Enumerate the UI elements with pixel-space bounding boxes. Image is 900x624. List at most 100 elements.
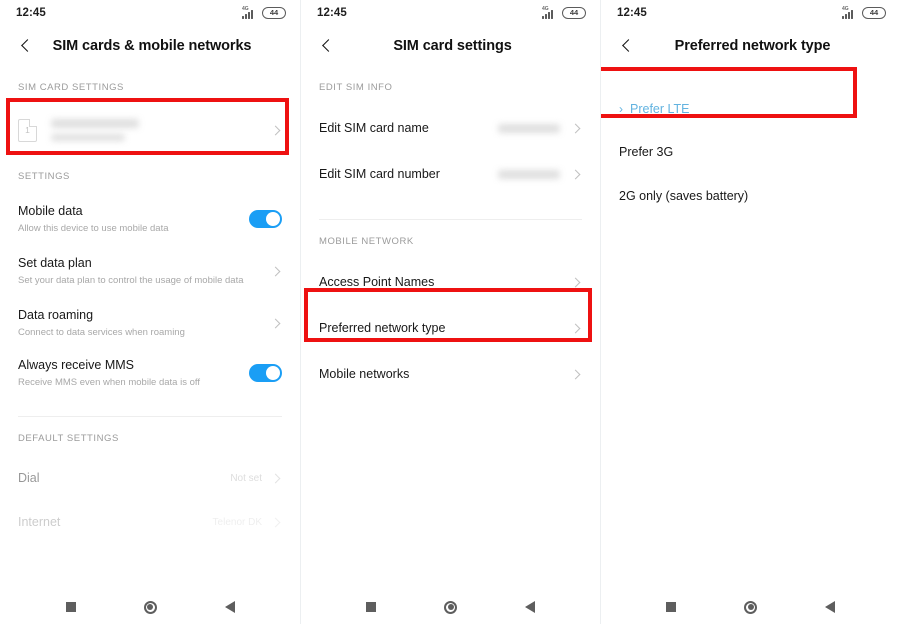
sim-number-value-redaction (498, 169, 560, 179)
row-always-receive-mms[interactable]: Always receive MMS Receive MMS even when… (0, 348, 300, 398)
status-bar: 12:45 4G 44 (0, 0, 300, 26)
recents-icon[interactable] (65, 602, 76, 612)
chevron-right-icon (270, 317, 282, 329)
row-subtitle: Receive MMS even when mobile data is off (18, 376, 200, 388)
row-subtitle: Set your data plan to control the usage … (18, 274, 244, 286)
chevron-right-icon (270, 124, 282, 136)
row-edit-sim-card-number[interactable]: Edit SIM card number (301, 151, 600, 197)
app-bar: SIM cards & mobile networks (0, 26, 300, 66)
option-2g-only[interactable]: 2G only (saves battery) (601, 174, 900, 218)
sim-number-redaction (51, 134, 125, 141)
row-title: Dial (18, 470, 40, 485)
home-icon[interactable] (444, 600, 457, 614)
row-edit-sim-card-name[interactable]: Edit SIM card name (301, 105, 600, 151)
sim-name-value-redaction (498, 123, 560, 133)
chevron-right-icon (270, 265, 282, 277)
row-title: Data roaming (18, 307, 94, 322)
selected-marker-icon: › (619, 102, 623, 116)
sim-card-icon: 1 (18, 118, 37, 142)
page-title: SIM card settings (393, 38, 512, 54)
back-icon[interactable] (525, 601, 535, 613)
sim-name-redaction (51, 119, 139, 128)
option-prefer-lte[interactable]: › Prefer LTE (601, 88, 900, 130)
sim-slot-number: 1 (25, 125, 30, 135)
mobile-data-toggle[interactable] (249, 210, 282, 228)
home-icon[interactable] (143, 600, 157, 614)
section-label-sim-card-settings: SIM CARD SETTINGS (18, 82, 124, 93)
signal-bars-icon: 4G (842, 6, 857, 19)
section-divider (18, 416, 282, 417)
status-icons: 4G 44 (842, 6, 886, 19)
status-clock: 12:45 (16, 7, 46, 19)
row-subtitle: Allow this device to use mobile data (18, 222, 169, 234)
battery-level: 44 (269, 8, 279, 18)
battery-icon: 44 (262, 7, 286, 19)
option-label: Prefer 3G (619, 145, 674, 159)
status-bar: 12:45 4G 44 (301, 0, 600, 26)
chevron-right-icon (570, 122, 582, 134)
page-title: SIM cards & mobile networks (52, 38, 252, 54)
panel-sim-card-settings: 12:45 4G 44 SIM card settings EDIT SIM I… (300, 0, 600, 624)
battery-level: 44 (569, 8, 579, 18)
chevron-right-icon (570, 322, 582, 334)
row-value: Not set (230, 472, 262, 484)
signal-bars-icon: 4G (242, 6, 257, 19)
back-icon[interactable] (224, 601, 235, 613)
status-clock: 12:45 (617, 7, 647, 19)
back-icon[interactable] (825, 601, 835, 613)
row-title: Access Point Names (319, 274, 435, 289)
section-label-settings: SETTINGS (18, 171, 70, 182)
back-arrow-icon[interactable] (18, 38, 34, 54)
row-access-point-names[interactable]: Access Point Names (301, 259, 600, 305)
section-divider (319, 219, 582, 220)
option-label: 2G only (saves battery) (619, 189, 749, 203)
recents-icon[interactable] (366, 602, 376, 612)
chevron-right-icon (570, 168, 582, 180)
sim-card-identity-redacted (51, 119, 270, 141)
status-bar: 12:45 4G 44 (601, 0, 900, 26)
row-internet[interactable]: Internet Telenor DK (0, 500, 300, 544)
row-data-roaming[interactable]: Data roaming Connect to data services wh… (0, 298, 300, 348)
recents-icon[interactable] (666, 602, 676, 612)
status-clock: 12:45 (317, 7, 347, 19)
panel-sim-cards-mobile-networks: 12:45 4G 44 SIM cards & mobile networks … (0, 0, 300, 624)
signal-bars-icon: 4G (542, 6, 557, 19)
row-title: Always receive MMS (18, 357, 134, 372)
row-title: Edit SIM card number (319, 166, 440, 181)
panel-preferred-network-type: 12:45 4G 44 Preferred network type › Pre… (600, 0, 900, 624)
row-title: Edit SIM card name (319, 120, 429, 135)
home-icon[interactable] (744, 600, 757, 614)
row-value: Telenor DK (212, 516, 262, 528)
section-label-default-settings: DEFAULT SETTINGS (18, 433, 119, 444)
screenshot-root: 12:45 4G 44 SIM cards & mobile networks … (0, 0, 900, 624)
chevron-right-icon (270, 516, 282, 528)
option-label: Prefer LTE (630, 102, 690, 116)
row-preferred-network-type[interactable]: Preferred network type (301, 305, 600, 351)
chevron-right-icon (570, 368, 582, 380)
app-bar: Preferred network type (601, 26, 900, 66)
row-mobile-networks[interactable]: Mobile networks (301, 351, 600, 397)
chevron-right-icon (570, 276, 582, 288)
always-receive-mms-toggle[interactable] (249, 364, 282, 382)
row-title: Mobile networks (319, 366, 410, 381)
option-prefer-3g[interactable]: Prefer 3G (601, 130, 900, 174)
row-subtitle: Connect to data services when roaming (18, 326, 185, 338)
battery-icon: 44 (562, 7, 586, 19)
row-title: Mobile data (18, 203, 83, 218)
battery-level: 44 (869, 8, 879, 18)
nav-bar (0, 590, 300, 624)
sim-card-row[interactable]: 1 (0, 105, 300, 155)
row-title: Preferred network type (319, 320, 446, 335)
nav-bar (601, 590, 900, 624)
status-icons: 4G 44 (242, 6, 286, 19)
back-arrow-icon[interactable] (319, 38, 335, 54)
status-icons: 4G 44 (542, 6, 586, 19)
back-arrow-icon[interactable] (619, 38, 635, 54)
row-dial[interactable]: Dial Not set (0, 456, 300, 500)
row-title: Internet (18, 514, 61, 529)
row-mobile-data[interactable]: Mobile data Allow this device to use mob… (0, 194, 300, 244)
battery-icon: 44 (862, 7, 886, 19)
row-set-data-plan[interactable]: Set data plan Set your data plan to cont… (0, 244, 300, 298)
nav-bar (301, 590, 600, 624)
section-label-mobile-network: MOBILE NETWORK (319, 236, 414, 247)
